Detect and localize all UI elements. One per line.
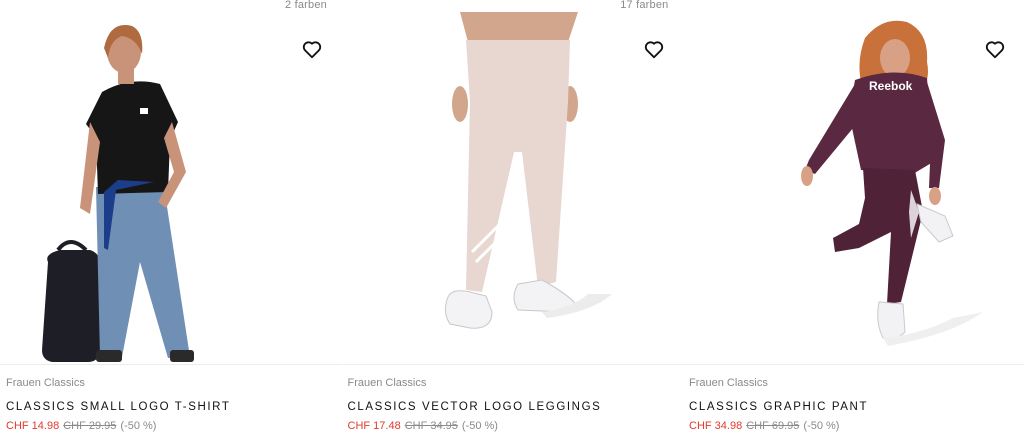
product-title[interactable]: CLASSICS GRAPHIC PANT [689,401,868,413]
divider [0,364,341,365]
product-card[interactable]: 2 farben Frauen Classics CLASSICS SMALL … [0,0,341,447]
divider [683,364,1024,365]
product-category: Frauen Classics [689,377,768,389]
product-card[interactable]: Reebok Frauen Classics CLASSICS GRAPHIC … [683,0,1024,447]
product-image[interactable] [341,12,683,364]
divider [341,364,683,365]
product-photo-graphic-pant: Reebok [801,20,983,346]
product-title[interactable]: CLASSICS SMALL LOGO T-SHIRT [6,401,231,413]
discount-badge: (-50 %) [120,420,157,432]
product-image[interactable] [0,12,341,364]
discount-badge: (-50 %) [461,420,498,432]
product-category: Frauen Classics [347,377,427,389]
wishlist-heart-icon[interactable] [984,38,1006,60]
color-count: 17 farben [620,0,669,11]
original-price: CHF 29.95 [63,420,117,432]
price-row: CHF 14.98 CHF 29.95 (-50 %) [6,420,156,432]
sweatshirt-print-text: Reebok [869,79,913,93]
product-category: Frauen Classics [6,377,85,389]
sale-price: CHF 34.98 [689,420,743,432]
original-price: CHF 69.95 [746,420,800,432]
product-photo-leggings [444,12,612,329]
product-photo-tshirt [42,24,194,362]
sale-price: CHF 17.48 [347,420,401,432]
product-grid: 2 farben Frauen Classics CLASSICS SMALL … [0,0,1024,447]
product-title[interactable]: CLASSICS VECTOR LOGO LEGGINGS [348,401,602,413]
sale-price: CHF 14.98 [6,420,60,432]
discount-badge: (-50 %) [803,420,840,432]
color-count: 2 farben [285,0,327,11]
product-card[interactable]: 17 farben Frauen Classics CLASSICS VECTO… [341,0,683,447]
wishlist-heart-icon[interactable] [301,38,323,60]
original-price: CHF 34.95 [404,420,458,432]
product-image[interactable]: Reebok [683,12,1024,364]
price-row: CHF 17.48 CHF 34.95 (-50 %) [348,420,498,432]
price-row: CHF 34.98 CHF 69.95 (-50 %) [689,420,839,432]
wishlist-heart-icon[interactable] [643,38,665,60]
